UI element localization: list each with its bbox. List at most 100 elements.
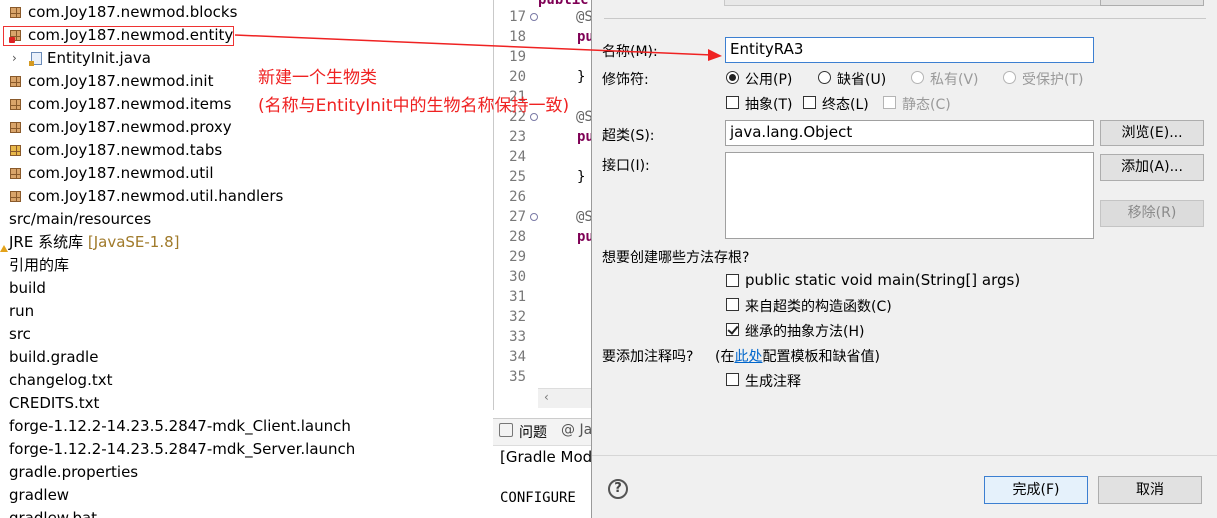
- radio-private[interactable]: [911, 71, 924, 84]
- selected-item-highlight: [3, 26, 234, 46]
- tab-problems[interactable]: 问题: [519, 422, 547, 442]
- line-number: 19: [509, 49, 526, 65]
- comments-hint: (在此处配置模板和缺省值): [715, 346, 880, 366]
- separator: [604, 18, 1206, 19]
- tree-item-label: gradle.properties: [9, 463, 139, 481]
- check-inherited-abstract[interactable]: [726, 323, 739, 336]
- check-generate-comments[interactable]: [726, 373, 739, 386]
- line-number: 28: [509, 229, 526, 245]
- tree-item-label: run: [9, 302, 35, 320]
- line-number: 18: [509, 29, 526, 45]
- tree-item-label: com.Joy187.newmod.tabs: [28, 141, 223, 159]
- line-number: 32: [509, 309, 526, 325]
- tree-item-label: gradlew.bat: [9, 509, 98, 518]
- check-final[interactable]: [803, 96, 816, 109]
- scroll-left-icon[interactable]: ‹: [544, 390, 549, 404]
- remove-interface-button[interactable]: 移除(R): [1100, 200, 1204, 227]
- cancel-button[interactable]: 取消: [1098, 476, 1202, 504]
- editor-horizontal-scrollbar[interactable]: ‹: [538, 388, 593, 408]
- console-output: CONFIGURE: [500, 490, 576, 506]
- line-number: 33: [509, 329, 526, 345]
- tree-item-label: CREDITS.txt: [9, 394, 100, 412]
- line-number: 20: [509, 69, 526, 85]
- tree-item-label: com.Joy187.newmod.util.handlers: [28, 187, 284, 205]
- check-generate-comments-label: 生成注释: [745, 374, 801, 390]
- comments-hint-post: 配置模板和缺省值): [762, 349, 880, 365]
- code-line-partial: public: [538, 0, 589, 8]
- check-inherited-abstract-label: 继承的抽象方法(H): [745, 324, 865, 340]
- check-static[interactable]: [883, 96, 896, 109]
- radio-default-label: 缺省(U): [837, 72, 887, 88]
- annotation-line2: (名称与EntityInit中的生物名称保持一致): [258, 96, 570, 116]
- check-final-label: 终态(L): [822, 97, 869, 113]
- chevron-right-icon[interactable]: ›: [12, 47, 17, 70]
- tree-item-label: forge-1.12.2-14.23.5.2847-mdk_Server.lau…: [9, 440, 356, 458]
- library-version-tag: [JavaSE-1.8]: [83, 233, 180, 251]
- radio-protected[interactable]: [1003, 71, 1016, 84]
- tree-item-label: com.Joy187.newmod.util: [28, 164, 214, 182]
- check-constructors-label: 来自超类的构造函数(C): [745, 299, 892, 315]
- name-input[interactable]: EntityRA3: [725, 37, 1094, 63]
- check-constructors[interactable]: [726, 298, 739, 311]
- tree-item-label: com.Joy187.newmod.proxy: [28, 118, 232, 136]
- check-abstract[interactable]: [726, 96, 739, 109]
- stubs-question: 想要创建哪些方法存根?: [602, 250, 750, 266]
- package-icon: [10, 7, 21, 18]
- radio-public[interactable]: [726, 71, 739, 84]
- tree-item-label: com.Joy187.newmod.blocks: [28, 3, 238, 21]
- tab-javadoc[interactable]: @ Ja: [561, 422, 592, 438]
- line-number: 35: [509, 369, 526, 385]
- check-static-label: 静态(C): [902, 97, 951, 113]
- tree-item-label: src/main/resources: [9, 210, 152, 228]
- line-number: 25: [509, 169, 526, 185]
- finish-button[interactable]: 完成(F): [984, 476, 1088, 504]
- comments-question: 要添加注释吗?: [602, 349, 694, 365]
- tree-item-label: src: [9, 325, 31, 343]
- tree-item-label: com.Joy187.newmod.items: [28, 95, 232, 113]
- name-label: 名称(M):: [602, 44, 658, 60]
- annotation-line1: 新建一个生物类: [258, 68, 377, 88]
- line-number-gutter: 17 18 19 20 21 22 23 24 25 26 27 28 29 30 31 32 33 34 35: [494, 0, 540, 390]
- code-editor[interactable]: 17 18 19 20 21 22 23 24 25 26 27 28 29 30 31 32 33 34 35 @…: [493, 0, 594, 410]
- interfaces-label: 接口(I):: [602, 158, 650, 174]
- add-interface-button[interactable]: 添加(A)...: [1100, 154, 1204, 181]
- tree-item-label: build.gradle: [9, 348, 99, 366]
- tree-item-label: build: [9, 279, 46, 297]
- radio-default[interactable]: [818, 71, 831, 84]
- tree-item-label: gradlew: [9, 486, 70, 504]
- code-line: }: [577, 169, 586, 185]
- bottom-panel-tabs: 问题 @ Ja: [493, 418, 593, 446]
- package-icon: [10, 168, 21, 179]
- superclass-input[interactable]: java.lang.Object: [725, 120, 1094, 146]
- tree-item-label: forge-1.12.2-14.23.5.2847-mdk_Client.lau…: [9, 417, 351, 435]
- tree-item-label: com.Joy187.newmod.init: [28, 72, 214, 90]
- fold-toggle-icon[interactable]: [530, 213, 538, 221]
- comments-hint-pre: (在: [715, 349, 735, 365]
- superclass-label: 超类(S):: [602, 128, 655, 144]
- top-button-partial[interactable]: [1100, 0, 1204, 6]
- check-main-stub[interactable]: [726, 274, 739, 287]
- tree-item-label: JRE 系统库 [JavaSE-1.8]: [9, 233, 180, 251]
- package-explorer: com.Joy187.newmod.blocks com.Joy187.newmo…: [0, 0, 493, 518]
- line-number: 27: [509, 209, 526, 225]
- interfaces-list[interactable]: [725, 152, 1094, 239]
- package-icon: [10, 99, 21, 110]
- browse-button[interactable]: 浏览(E)...: [1100, 120, 1204, 146]
- package-icon: [10, 191, 21, 202]
- package-icon: [10, 76, 21, 87]
- modifiers-label: 修饰符:: [602, 72, 649, 88]
- line-number: 30: [509, 269, 526, 285]
- warning-icon: [0, 245, 8, 252]
- fold-toggle-icon[interactable]: [530, 13, 538, 21]
- java-file-icon: [29, 52, 42, 66]
- help-icon[interactable]: ?: [608, 479, 628, 499]
- line-number: 34: [509, 349, 526, 365]
- package-field-partial[interactable]: [724, 0, 1104, 6]
- configure-templates-link[interactable]: 此处: [734, 349, 762, 365]
- radio-public-label: 公用(P): [745, 72, 793, 88]
- line-number: 31: [509, 289, 526, 305]
- code-line: }: [577, 69, 586, 85]
- tree-item-label: 引用的库: [9, 256, 70, 274]
- line-number: 29: [509, 249, 526, 265]
- problems-icon: [499, 423, 513, 437]
